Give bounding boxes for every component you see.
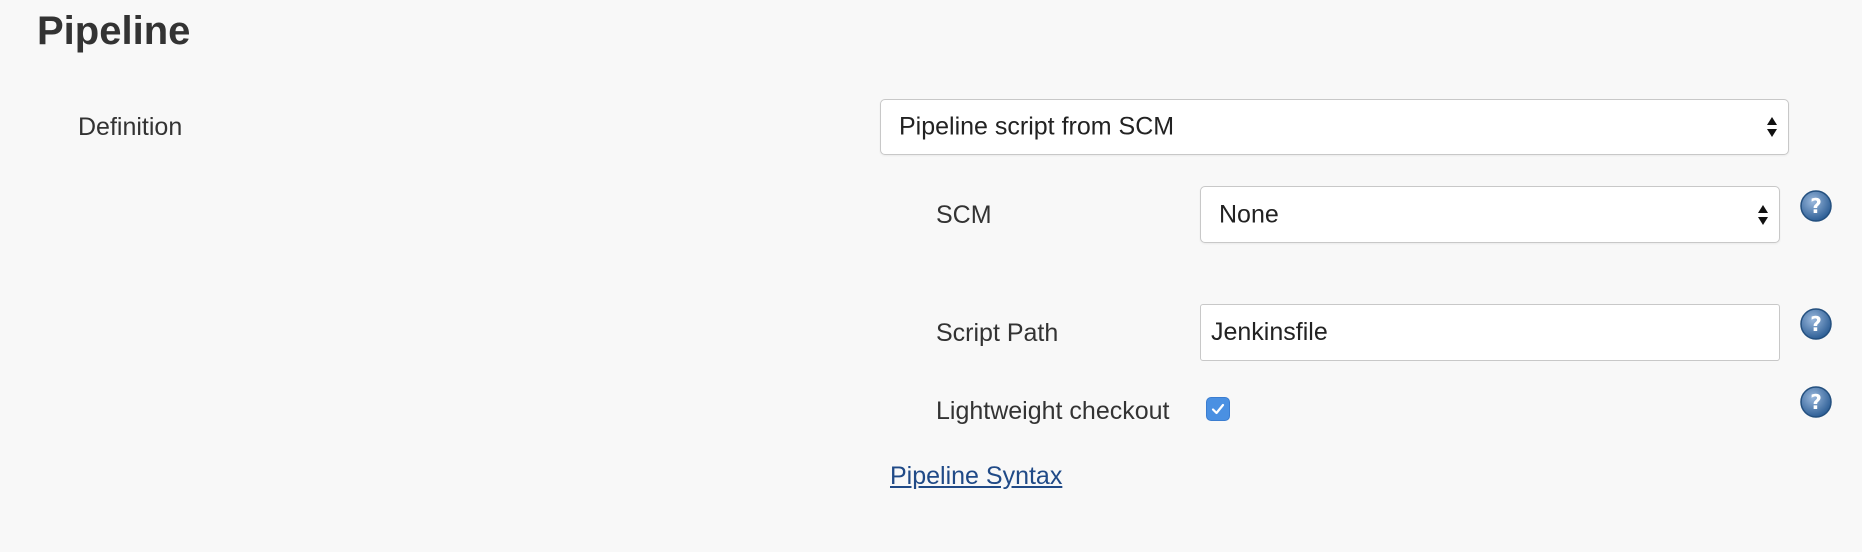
script-path-label: Script Path <box>936 319 1059 347</box>
chevron-up-down-icon <box>1758 204 1768 225</box>
checkmark-icon <box>1211 403 1225 415</box>
svg-text:?: ? <box>1810 194 1822 218</box>
definition-label: Definition <box>78 113 183 141</box>
lightweight-checkout-label: Lightweight checkout <box>936 397 1170 425</box>
help-icon[interactable]: ? <box>1800 386 1832 418</box>
svg-text:?: ? <box>1810 390 1822 414</box>
script-path-input[interactable] <box>1200 304 1780 361</box>
help-icon[interactable]: ? <box>1800 190 1832 222</box>
scm-select[interactable]: None <box>1200 186 1780 243</box>
pipeline-syntax-link[interactable]: Pipeline Syntax <box>890 462 1062 491</box>
scm-label: SCM <box>936 201 992 229</box>
scm-select-value: None <box>1219 200 1279 228</box>
help-icon[interactable]: ? <box>1800 308 1832 340</box>
lightweight-checkout-checkbox[interactable] <box>1206 397 1230 421</box>
section-title: Pipeline <box>37 9 191 53</box>
definition-select-value: Pipeline script from SCM <box>899 112 1175 141</box>
definition-select[interactable]: Pipeline script from SCM <box>880 99 1789 155</box>
chevron-up-down-icon <box>1767 117 1777 137</box>
svg-text:?: ? <box>1810 312 1822 336</box>
